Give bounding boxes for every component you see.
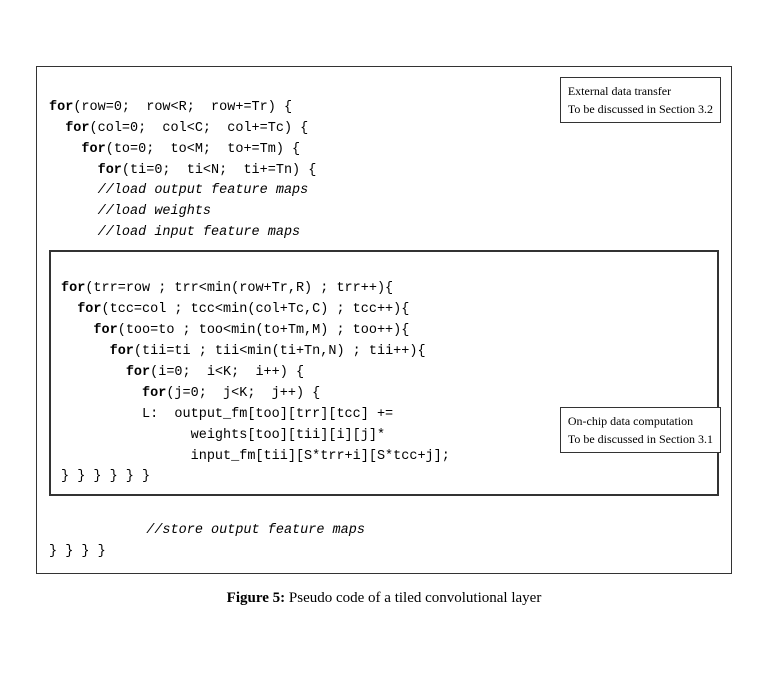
store-comment: //store output feature maps <box>98 523 365 538</box>
annotation-line1: External data transfer <box>568 84 671 98</box>
caption-text: Pseudo code of a tiled convolutional lay… <box>289 590 541 606</box>
annotation-line2: To be discussed in Section 3.2 <box>568 102 713 116</box>
annotation-onchip: On-chip data computation To be discussed… <box>560 407 721 453</box>
figure-container: External data transfer To be discussed i… <box>20 50 748 623</box>
caption-label: Figure 5: <box>227 590 285 606</box>
outer-code-box: External data transfer To be discussed i… <box>36 66 732 574</box>
outer-code-bottom: //store output feature maps } } } } <box>49 500 719 563</box>
annotation-onchip-line2: To be discussed in Section 3.1 <box>568 432 713 446</box>
inner-code: for(trr=row ; trr<min(row+Tr,R) ; trr++)… <box>61 258 707 488</box>
annotation-external-transfer: External data transfer To be discussed i… <box>560 77 721 123</box>
inner-code-box: for(trr=row ; trr<min(row+Tr,R) ; trr++)… <box>49 250 719 496</box>
figure-caption: Figure 5: Pseudo code of a tiled convolu… <box>36 590 732 607</box>
annotation-onchip-line1: On-chip data computation <box>568 414 693 428</box>
